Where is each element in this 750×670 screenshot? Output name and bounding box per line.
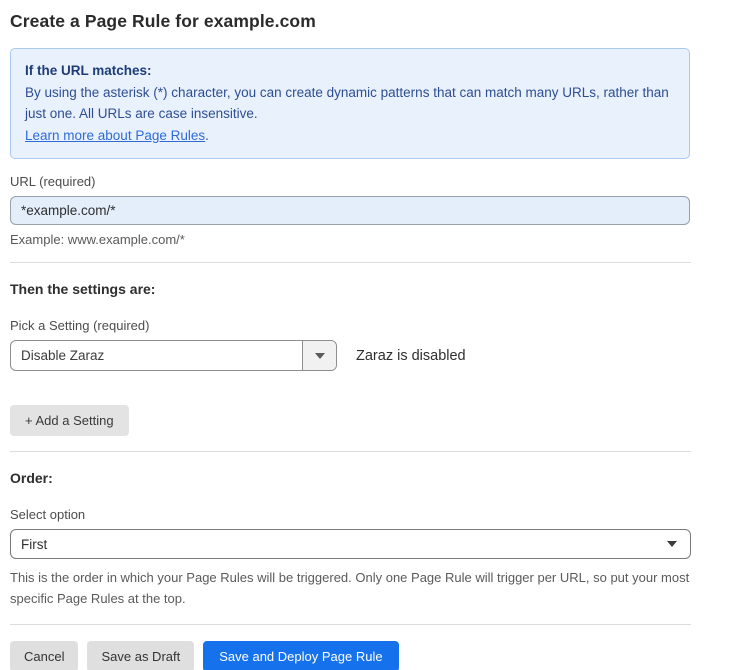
save-as-draft-button[interactable]: Save as Draft (87, 641, 194, 670)
url-input[interactable] (10, 196, 690, 225)
url-match-info-callout: If the URL matches: By using the asteris… (10, 48, 690, 159)
setting-status-text: Zaraz is disabled (356, 348, 466, 364)
info-callout-heading: If the URL matches: (25, 60, 675, 82)
info-callout-link-line: Learn more about Page Rules. (25, 125, 675, 147)
order-help-text: This is the order in which your Page Rul… (10, 567, 702, 609)
link-period: . (205, 128, 209, 143)
learn-more-page-rules-link[interactable]: Learn more about Page Rules (25, 128, 205, 143)
settings-section-heading: Then the settings are: (10, 281, 740, 297)
info-callout-body: By using the asterisk (*) character, you… (25, 82, 675, 125)
url-field-label: URL (required) (10, 174, 740, 189)
pick-setting-label: Pick a Setting (required) (10, 318, 740, 333)
divider (10, 451, 691, 452)
cancel-button[interactable]: Cancel (10, 641, 78, 670)
setting-dropdown-value: Disable Zaraz (11, 341, 302, 370)
setting-dropdown[interactable]: Disable Zaraz (10, 340, 337, 371)
page-rule-form: Create a Page Rule for example.com If th… (0, 0, 750, 670)
setting-row: Disable Zaraz Zaraz is disabled (10, 340, 740, 371)
form-actions: Cancel Save as Draft Save and Deploy Pag… (10, 641, 740, 670)
divider (10, 262, 691, 263)
setting-dropdown-arrow-button[interactable] (302, 341, 336, 370)
page-title: Create a Page Rule for example.com (10, 11, 740, 32)
order-dropdown[interactable]: First (10, 529, 691, 559)
save-and-deploy-button[interactable]: Save and Deploy Page Rule (203, 641, 398, 670)
add-setting-button[interactable]: + Add a Setting (10, 405, 129, 436)
chevron-down-icon (315, 353, 325, 359)
chevron-down-icon (667, 541, 677, 547)
url-example-text: Example: www.example.com/* (10, 232, 740, 247)
order-section-heading: Order: (10, 470, 740, 486)
divider (10, 624, 691, 625)
order-dropdown-value: First (21, 537, 667, 552)
order-select-label: Select option (10, 507, 740, 522)
